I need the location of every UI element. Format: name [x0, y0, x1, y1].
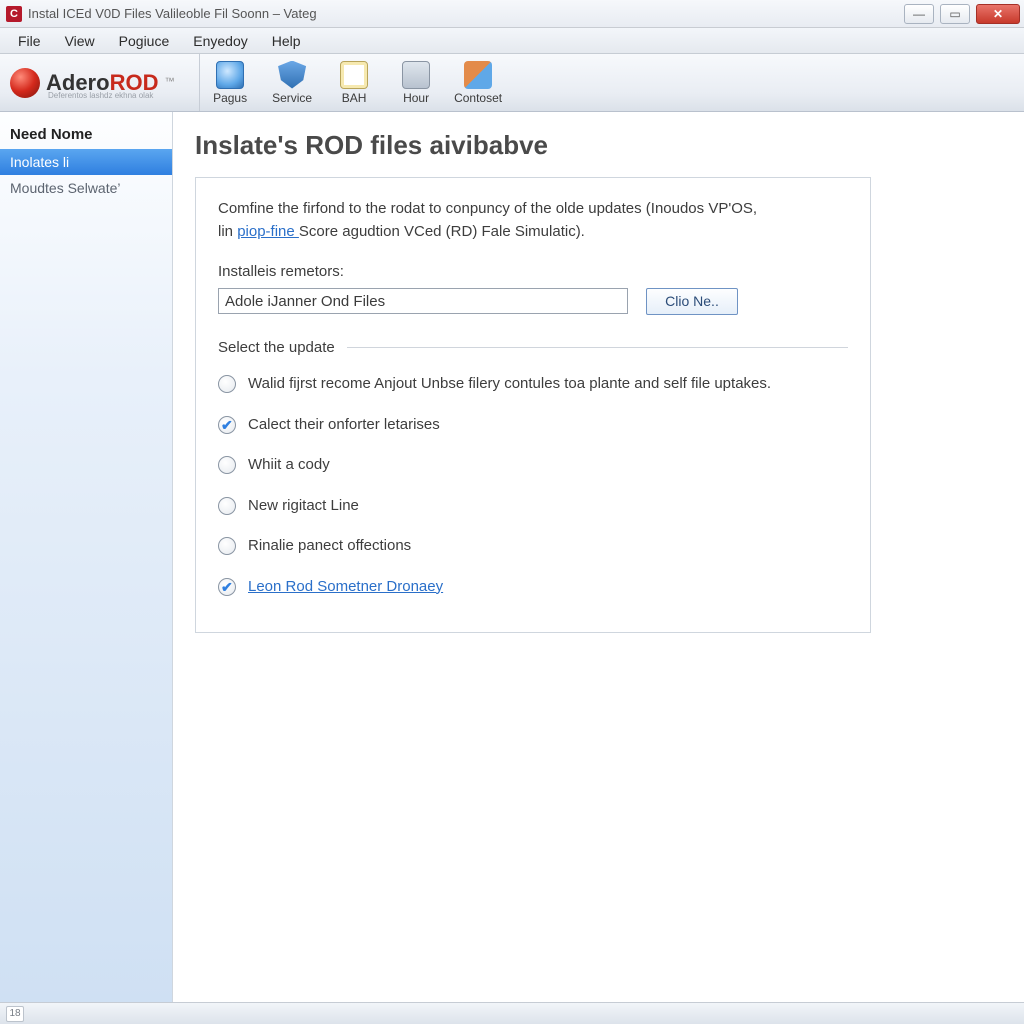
toolbar-btn-label: Service: [272, 91, 312, 105]
app-logo: AderoROD ™ Deferentos lashdz ekhna olak: [10, 68, 175, 98]
toolbar-btn-contoset[interactable]: Contoset: [448, 54, 510, 111]
sidebar-header: Need Nome: [0, 120, 172, 149]
tiles-icon: [464, 61, 492, 89]
toolbar-btn-hour[interactable]: Hour: [386, 54, 448, 111]
intro-link[interactable]: piop-fine: [237, 223, 299, 240]
update-option-label: Leon Rod Sometner Dronaey: [248, 576, 443, 599]
section-header-label: Select the update: [218, 337, 335, 360]
sidebar-item-inolates[interactable]: Inolates li: [0, 149, 172, 175]
field-label-installers: Installeis remetors:: [218, 261, 848, 284]
close-button[interactable]: ✕: [976, 4, 1020, 24]
toolbar-btn-label: Hour: [403, 91, 429, 105]
update-option-2[interactable]: Whiit a cody: [218, 454, 848, 477]
radio-icon: [218, 375, 236, 393]
menu-file[interactable]: File: [6, 30, 53, 52]
window-title: Instal ICEd V0D Files Valileoble Fil Soo…: [28, 6, 904, 21]
printer-icon: [402, 61, 430, 89]
menu-pogiuce[interactable]: Pogiuce: [107, 30, 182, 52]
statusbar: 18: [0, 1002, 1024, 1024]
sidebar-item-moudtes[interactable]: Moudtes Selwate’: [0, 175, 172, 201]
radio-icon: [218, 416, 236, 434]
shield-icon: [278, 61, 306, 89]
main-area: Need Nome Inolates li Moudtes Selwate’ I…: [0, 112, 1024, 1002]
radio-icon: [218, 456, 236, 474]
toolbar-btn-label: BAH: [342, 91, 367, 105]
logo-ball-icon: [10, 68, 40, 98]
toolbar: AderoROD ™ Deferentos lashdz ekhna olak …: [0, 54, 1024, 112]
app-icon: C: [6, 6, 22, 22]
page-title: Inslate's ROD files aivibabve: [195, 130, 996, 161]
logo-tm: ™: [165, 76, 175, 87]
update-option-label: Whiit a cody: [248, 454, 330, 477]
section-header-update: Select the update: [218, 337, 848, 360]
settings-panel: Comfine the firfond to the rodat to conp…: [195, 177, 871, 633]
radio-icon: [218, 537, 236, 555]
update-option-label: Rinalie panect offections: [248, 535, 411, 558]
document-icon: [340, 61, 368, 89]
update-options: Walid fijrst recome Anjout Unbse filery …: [218, 373, 848, 598]
update-option-label: Walid fijrst recome Anjout Unbse filery …: [248, 373, 771, 396]
update-option-label: Calect their onforter letarises: [248, 414, 440, 437]
minimize-button[interactable]: —: [904, 4, 934, 24]
installers-input[interactable]: [218, 288, 628, 314]
intro-text: Comfine the firfond to the rodat to conp…: [218, 198, 848, 243]
browse-button[interactable]: Clio Ne..: [646, 288, 738, 315]
titlebar: C Instal ICEd V0D Files Valileoble Fil S…: [0, 0, 1024, 28]
menu-help[interactable]: Help: [260, 30, 313, 52]
sidebar: Need Nome Inolates li Moudtes Selwate’: [0, 112, 173, 1002]
section-rule: [347, 347, 848, 348]
toolbar-btn-label: Contoset: [454, 91, 502, 105]
toolbar-btn-pagus[interactable]: Pagus: [200, 54, 262, 111]
update-option-label: New rigitact Line: [248, 495, 359, 518]
toolbar-buttons: Pagus Service BAH Hour Contoset: [199, 54, 510, 111]
update-option-4[interactable]: Rinalie panect offections: [218, 535, 848, 558]
window-controls: — ▭ ✕: [904, 4, 1020, 24]
maximize-button[interactable]: ▭: [940, 4, 970, 24]
menu-view[interactable]: View: [53, 30, 107, 52]
update-option-1[interactable]: Calect their onforter letarises: [218, 414, 848, 437]
update-option-5[interactable]: Leon Rod Sometner Dronaey: [218, 576, 848, 599]
toolbar-btn-label: Pagus: [213, 91, 247, 105]
logo-subtitle: Deferentos lashdz ekhna olak: [48, 91, 153, 100]
content: Inslate's ROD files aivibabve Comfine th…: [173, 112, 1024, 1002]
menu-enyedoy[interactable]: Enyedoy: [181, 30, 259, 52]
intro-line-2a: lin: [218, 223, 237, 240]
intro-line-2b: Score agudtion VCed (RD) Fale Simulatic)…: [299, 223, 585, 240]
status-badge: 18: [6, 1006, 24, 1022]
update-option-3[interactable]: New rigitact Line: [218, 495, 848, 518]
menubar: File View Pogiuce Enyedoy Help: [0, 28, 1024, 54]
radio-icon: [218, 578, 236, 596]
toolbar-btn-service[interactable]: Service: [262, 54, 324, 111]
toolbar-btn-bah[interactable]: BAH: [324, 54, 386, 111]
radio-icon: [218, 497, 236, 515]
intro-line-1: Comfine the firfond to the rodat to conp…: [218, 200, 757, 217]
update-option-0[interactable]: Walid fijrst recome Anjout Unbse filery …: [218, 373, 848, 396]
globe-icon: [216, 61, 244, 89]
field-row-installers: Clio Ne..: [218, 288, 848, 315]
